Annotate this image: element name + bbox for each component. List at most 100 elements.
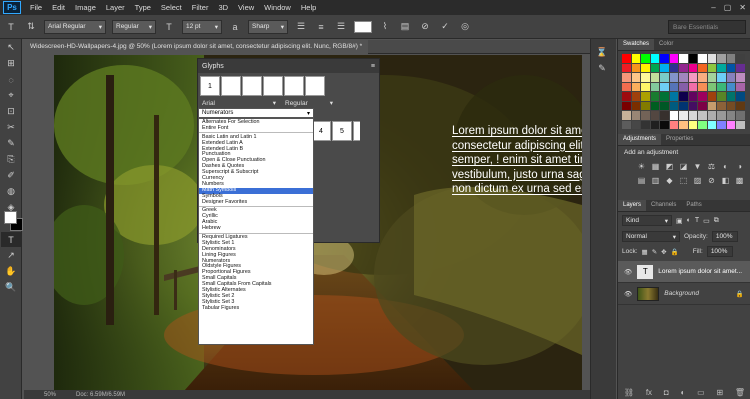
- color-swatch[interactable]: [660, 63, 669, 72]
- color-swatch[interactable]: [660, 92, 669, 101]
- color-swatch[interactable]: [726, 101, 735, 110]
- color-swatch[interactable]: [622, 82, 631, 91]
- color-swatch[interactable]: [660, 120, 669, 129]
- color-swatch[interactable]: [726, 120, 735, 129]
- color-swatch[interactable]: [736, 92, 745, 101]
- zoom-level[interactable]: 50%: [44, 392, 56, 398]
- color-swatch[interactable]: [622, 73, 631, 82]
- color-swatch[interactable]: [669, 73, 678, 82]
- tab-properties[interactable]: Properties: [661, 134, 698, 145]
- hand-tool-icon[interactable]: ✋: [1, 264, 21, 279]
- adjustment-icon[interactable]: ◆: [664, 175, 675, 186]
- color-swatch[interactable]: [717, 63, 726, 72]
- brush-tool-icon[interactable]: ✎: [1, 136, 21, 151]
- color-swatch[interactable]: [631, 63, 640, 72]
- color-swatch[interactable]: [631, 73, 640, 82]
- color-swatch[interactable]: [679, 82, 688, 91]
- adjustment-icon[interactable]: ◩: [664, 161, 675, 172]
- color-swatch[interactable]: [698, 101, 707, 110]
- color-swatch[interactable]: [707, 73, 716, 82]
- color-swatch[interactable]: [698, 111, 707, 120]
- color-swatch[interactable]: [622, 92, 631, 101]
- tab-color[interactable]: Color: [654, 39, 678, 50]
- foreground-color-swatch[interactable]: [4, 211, 17, 224]
- color-swatch[interactable]: [736, 63, 745, 72]
- color-swatch[interactable]: [650, 92, 659, 101]
- color-swatch[interactable]: [650, 120, 659, 129]
- menu-select[interactable]: Select: [156, 0, 187, 15]
- color-swatch[interactable]: [622, 54, 631, 63]
- color-swatch[interactable]: [679, 101, 688, 110]
- font-family-select[interactable]: Arial Regular ▾: [44, 19, 106, 34]
- color-swatch[interactable]: [707, 111, 716, 120]
- commit-check-icon[interactable]: ✓: [438, 20, 452, 34]
- recent-glyph[interactable]: [242, 76, 262, 96]
- color-swatch[interactable]: [736, 111, 745, 120]
- filter-option[interactable]: Designer Favorites: [199, 199, 313, 206]
- color-swatch[interactable]: [698, 54, 707, 63]
- color-swatch[interactable]: [669, 111, 678, 120]
- cancel-icon[interactable]: ⊘: [418, 20, 432, 34]
- adjustment-icon[interactable]: ◑: [734, 161, 745, 172]
- color-swatch[interactable]: [622, 63, 631, 72]
- color-swatch[interactable]: [688, 101, 697, 110]
- color-swatch[interactable]: [717, 120, 726, 129]
- filter-adjust-icon[interactable]: ◐: [687, 217, 691, 224]
- color-swatch[interactable]: [641, 101, 650, 110]
- type-tool-icon[interactable]: T: [1, 232, 21, 247]
- filter-smart-icon[interactable]: ⧉: [714, 217, 719, 225]
- color-swatch[interactable]: [641, 92, 650, 101]
- visibility-eye-icon[interactable]: 👁: [624, 268, 632, 276]
- color-swatch[interactable]: [717, 54, 726, 63]
- tab-layers[interactable]: Layers: [618, 200, 647, 211]
- panel-menu-icon[interactable]: ≡: [371, 63, 375, 70]
- color-swatch[interactable]: [717, 111, 726, 120]
- filter-option[interactable]: Hebrew: [199, 225, 313, 232]
- menu-image[interactable]: Image: [70, 0, 101, 15]
- orientation-toggle-icon[interactable]: ⇅: [24, 20, 38, 34]
- document-tab[interactable]: Widescreen-HD-Wallpapers-4.jpg @ 50% (Lo…: [24, 39, 369, 54]
- tab-swatches[interactable]: Swatches: [618, 39, 655, 50]
- color-swatch[interactable]: [688, 92, 697, 101]
- color-swatch[interactable]: [679, 54, 688, 63]
- align-right-icon[interactable]: ☰: [334, 20, 348, 34]
- color-swatch[interactable]: [650, 111, 659, 120]
- color-swatch[interactable]: [669, 120, 678, 129]
- add-mask-icon[interactable]: ◘: [664, 388, 669, 397]
- color-swatch[interactable]: [726, 73, 735, 82]
- color-swatch[interactable]: [688, 120, 697, 129]
- color-swatch[interactable]: [631, 54, 640, 63]
- color-swatch[interactable]: [726, 63, 735, 72]
- recent-glyph[interactable]: [221, 76, 241, 96]
- lock-all-icon[interactable]: 🔒: [671, 248, 679, 256]
- zoom-tool-icon[interactable]: 🔍: [1, 280, 21, 295]
- color-swatch[interactable]: [622, 111, 631, 120]
- minimize-icon[interactable]: –: [711, 0, 715, 15]
- color-swatch[interactable]: [698, 92, 707, 101]
- layer-style-icon[interactable]: fx: [646, 388, 652, 397]
- menu-file[interactable]: File: [25, 0, 47, 15]
- align-center-icon[interactable]: ≡: [314, 20, 328, 34]
- color-swatch[interactable]: [688, 54, 697, 63]
- brush-panel-icon[interactable]: ✎: [592, 61, 612, 76]
- marquee-tool-icon[interactable]: ⊞: [1, 56, 21, 71]
- adjustment-icon[interactable]: ☀: [636, 161, 647, 172]
- adjustment-icon[interactable]: ◪: [678, 161, 689, 172]
- color-swatch[interactable]: [650, 54, 659, 63]
- color-swatch[interactable]: [717, 82, 726, 91]
- color-swatch[interactable]: [669, 92, 678, 101]
- blend-mode-select[interactable]: Normal ▾: [622, 231, 680, 242]
- adjustment-icon[interactable]: ◐: [720, 161, 731, 172]
- color-swatch[interactable]: [631, 120, 640, 129]
- color-swatch[interactable]: [669, 82, 678, 91]
- text-color-swatch[interactable]: [354, 20, 372, 33]
- color-swatch[interactable]: [631, 111, 640, 120]
- clone-stamp-tool-icon[interactable]: ⎘: [1, 152, 21, 167]
- color-swatch[interactable]: [641, 82, 650, 91]
- close-icon[interactable]: ✕: [739, 0, 746, 15]
- new-group-icon[interactable]: ▭: [697, 388, 705, 397]
- eraser-tool-icon[interactable]: ✐: [1, 168, 21, 183]
- layer-name[interactable]: Lorem ipsum dolor sit amet...: [658, 268, 742, 275]
- warp-text-icon[interactable]: ⌇: [378, 20, 392, 34]
- color-swatch[interactable]: [631, 101, 640, 110]
